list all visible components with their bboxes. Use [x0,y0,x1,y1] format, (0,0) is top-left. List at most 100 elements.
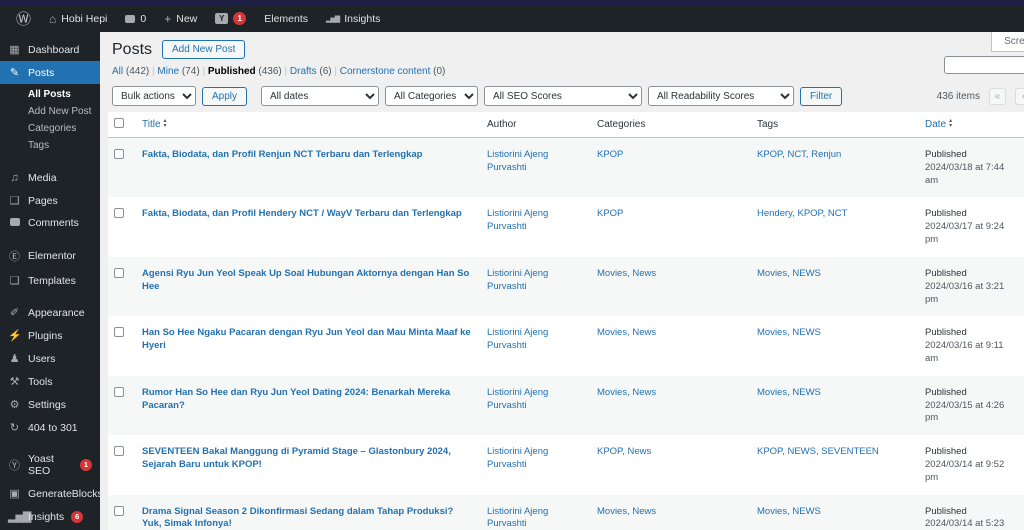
post-status: Published [925,149,967,160]
posts-table-body: Fakta, Biodata, dan Profil Renjun NCT Te… [108,137,1024,530]
insights-menu[interactable]: ▂▅▇ Insights [318,5,388,32]
yoast-seo-menu[interactable]: Y 1 [207,5,254,32]
sidebar-item-label: Dashboard [28,43,80,56]
sort-by-title-header[interactable]: Title ▴ ▾ [142,118,167,130]
submenu-item-tags[interactable]: Tags [0,137,100,154]
author-link[interactable]: Listiorini Ajeng Purvashti [487,208,548,232]
media-icon: ♫ [10,172,19,184]
prev-page-button[interactable]: ‹ [1015,87,1024,105]
seo-scores-filter-select[interactable]: All SEO Scores [484,86,643,106]
submenu-item-all-posts[interactable]: All Posts [0,86,100,103]
screen-options-tab[interactable]: Screen Options [991,32,1024,52]
categories-links[interactable]: Movies, News [597,387,656,398]
categories-links[interactable]: Movies, News [597,268,656,279]
sidebar-item-label: Appearance [28,306,85,319]
row-checkbox[interactable] [114,327,124,338]
author-link[interactable]: Listiorini Ajeng Purvashti [487,446,548,470]
author-link[interactable]: Listiorini Ajeng Purvashti [487,506,548,530]
site-name-menu[interactable]: ⌂ Hobi Hepi [41,5,115,32]
sidebar-item-posts[interactable]: ✎ Posts [0,61,100,84]
add-new-post-button[interactable]: Add New Post [162,40,246,59]
filter-button[interactable]: Filter [800,86,843,106]
tags-links[interactable]: Movies, NEWS [757,327,821,338]
select-all-checkbox[interactable] [114,118,124,128]
elementor-icon: Ⓔ [9,251,20,263]
sidebar-item-templates[interactable]: ❏ Templates [0,269,100,292]
sidebar-item-elementor[interactable]: Ⓔ Elementor [0,243,100,269]
categories-links[interactable]: KPOP [597,149,623,160]
readability-scores-filter-select[interactable]: All Readability Scores [648,86,795,106]
row-checkbox[interactable] [114,267,124,278]
row-checkbox[interactable] [114,446,124,457]
post-date: 2024/03/18 at 7:44 am [925,161,1005,186]
sidebar-item-pages[interactable]: ❑ Pages [0,189,100,212]
categories-links[interactable]: KPOP, News [597,446,651,457]
first-page-button[interactable]: « [989,87,1006,105]
author-link[interactable]: Listiorini Ajeng Purvashti [487,149,548,173]
post-title-link[interactable]: Han So Hee Ngaku Pacaran dengan Ryu Jun … [142,327,471,351]
sidebar-item-plugins[interactable]: ⚡ Plugins [0,324,100,347]
post-title-link[interactable]: Fakta, Biodata, dan Profil Hendery NCT /… [142,208,462,219]
categories-links[interactable]: Movies, News [597,506,656,517]
comments-menu[interactable]: 0 [117,5,154,32]
author-link[interactable]: Listiorini Ajeng Purvashti [487,387,548,411]
post-title-link[interactable]: Agensi Ryu Jun Yeol Speak Up Soal Hubung… [142,268,469,292]
sidebar-item-label: Media [28,172,57,184]
author-link[interactable]: Listiorini Ajeng Purvashti [487,268,548,292]
post-row: Fakta, Biodata, dan Profil Hendery NCT /… [108,197,1024,257]
sidebar-item-404-to-301[interactable]: ↻ 404 to 301 [0,416,100,439]
dates-filter-select[interactable]: All dates [261,86,380,106]
post-row: Han So Hee Ngaku Pacaran dengan Ryu Jun … [108,316,1024,376]
categories-links[interactable]: KPOP [597,208,623,219]
view-link-all[interactable]: All (442) [112,66,149,77]
post-title-link[interactable]: Rumor Han So Hee dan Ryu Jun Yeol Dating… [142,387,450,411]
bulk-actions-select[interactable]: Bulk actions [112,86,196,106]
sidebar-item-tools[interactable]: ⚒ Tools [0,370,100,393]
search-posts-input[interactable] [944,56,1024,74]
submenu-item-add-new-post[interactable]: Add New Post [0,103,100,120]
post-title-link[interactable]: Drama Signal Season 2 Dikonfirmasi Sedan… [142,506,453,530]
post-status: Published [925,267,967,279]
tags-links[interactable]: Hendery, KPOP, NCT [757,208,847,219]
wordpress-logo-menu[interactable]: Ⓦ [8,5,39,32]
tags-links[interactable]: KPOP, NCT, Renjun [757,149,841,160]
author-column-header: Author [481,112,591,138]
sidebar-item-appearance[interactable]: ✐ Appearance [0,301,100,324]
elements-menu[interactable]: Elements [256,5,316,32]
row-checkbox[interactable] [114,208,124,219]
post-title-link[interactable]: SEVENTEEN Bakal Manggung di Pyramid Stag… [142,446,451,470]
tags-links[interactable]: KPOP, NEWS, SEVENTEEN [757,446,879,457]
sort-arrows-icon: ▴ ▾ [163,118,167,130]
submenu-item-categories[interactable]: Categories [0,120,100,137]
row-checkbox[interactable] [114,149,124,159]
new-content-menu[interactable]: + New [156,5,205,32]
sidebar-item-dashboard[interactable]: ▦ Dashboard [0,38,100,61]
yoast-icon: Ⓨ [9,460,20,472]
tags-links[interactable]: Movies, NEWS [757,506,821,517]
view-link-published[interactable]: Published (436) [208,66,282,77]
view-count: (74) [181,66,200,77]
row-checkbox[interactable] [114,386,124,397]
sidebar-item-settings[interactable]: ⚙ Settings [0,393,100,416]
sidebar-item-media[interactable]: ♫ Media [0,167,100,189]
posts-submenu: All Posts Add New Post Categories Tags [0,84,100,158]
author-link[interactable]: Listiorini Ajeng Purvashti [487,327,548,351]
apply-button[interactable]: Apply [202,86,248,106]
sidebar-item-generateblocks[interactable]: ▣ GenerateBlocks [0,482,102,505]
tags-links[interactable]: Movies, NEWS [757,268,821,279]
view-link-drafts[interactable]: Drafts (6) [290,66,332,77]
post-title-link[interactable]: Fakta, Biodata, dan Profil Renjun NCT Te… [142,149,422,160]
comment-bubble-icon [125,14,136,23]
tags-links[interactable]: Movies, NEWS [757,387,821,398]
sort-by-date-header[interactable]: Date ▴ ▾ [925,118,952,130]
sidebar-item-users[interactable]: ♟ Users [0,347,100,370]
sidebar-item-insights[interactable]: ▂▅▇ Insights 6 [0,505,100,528]
categories-filter-select[interactable]: All Categories [385,86,479,106]
view-link-cornerstone-content[interactable]: Cornerstone content (0) [340,66,446,77]
categories-links[interactable]: Movies, News [597,327,656,338]
sidebar-item-comments[interactable]: Comments [0,212,100,234]
wordpress-admin-screen: Ⓦ ⌂ Hobi Hepi 0 + New Y 1 Elements ▂▅▇ I… [0,0,1024,530]
sidebar-item-yoast-seo[interactable]: Ⓨ Yoast SEO 1 [0,448,100,482]
view-link-mine[interactable]: Mine (74) [157,66,199,77]
row-checkbox[interactable] [114,505,124,516]
